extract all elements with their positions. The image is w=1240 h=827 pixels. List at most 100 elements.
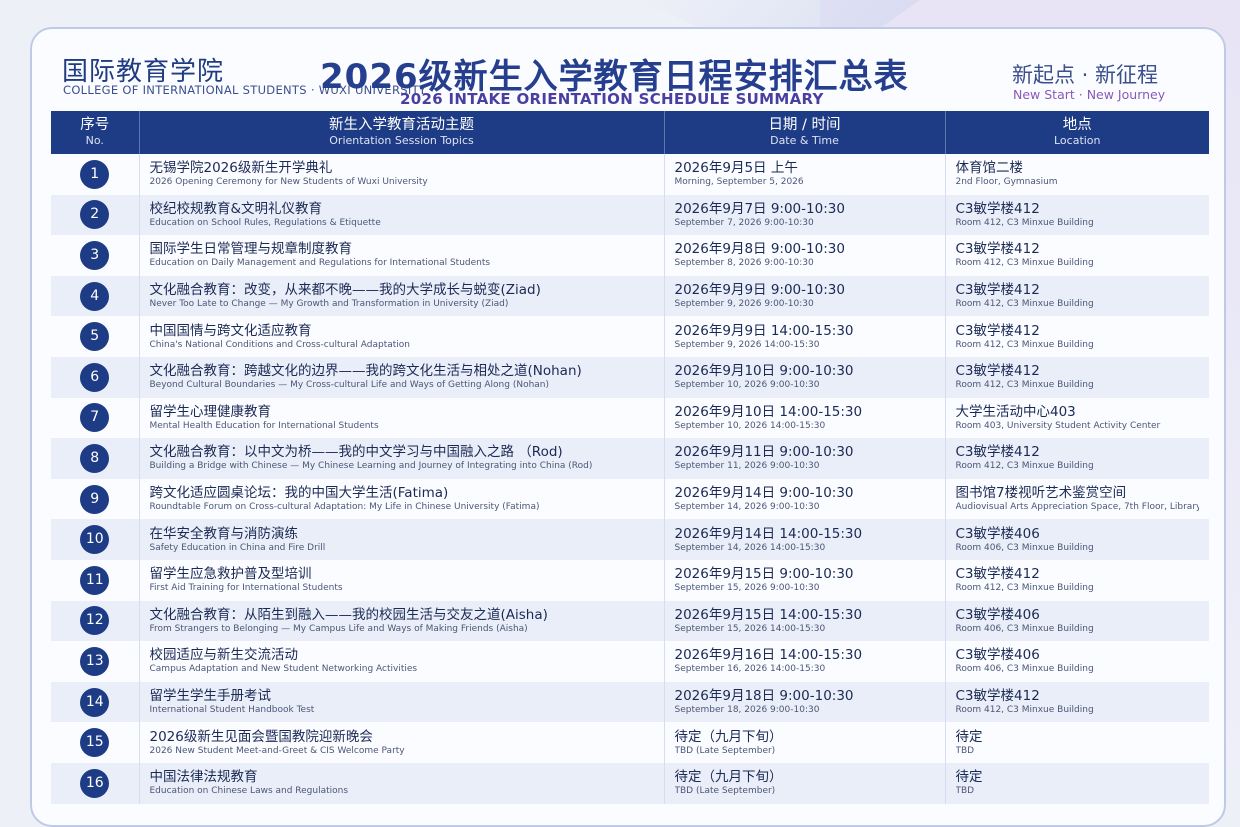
topic-cn: 校纪校规教育&文明礼仪教育 — [149, 200, 323, 217]
topic-cell: 校纪校规教育&文明礼仪教育 Education on School Rules, … — [139, 194, 665, 236]
table-row: 7 留学生心理健康教育 Mental Health Education for In… — [51, 397, 1209, 439]
date-cell: 2026年9月14日 14:00-15:30 September 14, 2026… — [664, 519, 946, 560]
date-en: September 14, 2026 9:00-10:30 — [674, 502, 820, 513]
date-cell: 2026年9月8日 9:00-10:30 September 8, 2026 9:… — [664, 235, 946, 276]
date-cn: 2026年9月7日 9:00-10:30 — [674, 200, 845, 217]
row-number-badge: 15 — [80, 728, 110, 758]
row-number-badge: 13 — [80, 646, 110, 676]
topic-en: International Student Handbook Test — [149, 705, 315, 716]
topic-en: Mental Health Education for Internationa… — [149, 420, 379, 431]
date-cell: 2026年9月15日 14:00-15:30 September 15, 2026… — [664, 600, 946, 642]
location-en: Room 412, C3 Minxue Building — [955, 299, 1094, 310]
topic-cell: 国际学生日常管理与规章制度教育 Education on Daily Manage… — [139, 235, 665, 276]
location-en: Room 412, C3 Minxue Building — [955, 705, 1094, 716]
location-cell: C3敏学楼406 Room 406, C3 Minxue Building — [945, 600, 1209, 642]
location-en: Room 403, University Student Activity Ce… — [955, 420, 1161, 431]
column-header-topic: 新生入学教育活动主题 Orientation Session Topics — [139, 111, 665, 154]
topic-cn: 中国法律法规教育 — [149, 769, 258, 786]
location-cn: C3敏学楼406 — [955, 647, 1040, 664]
page-title-en: 2026 INTAKE ORIENTATION SCHEDULE SUMMARY — [400, 90, 824, 108]
date-cell: 2026年9月11日 9:00-10:30 September 11, 2026 … — [664, 438, 946, 479]
topic-cell: 跨文化适应圆桌论坛：我的中国大学生活(Fatima) Roundtable For… — [139, 478, 665, 520]
location-cell: C3敏学楼406 Room 406, C3 Minxue Building — [945, 519, 1209, 560]
slogan-cn: 新起点 · 新征程 — [1012, 63, 1159, 87]
location-cn: C3敏学楼412 — [955, 566, 1040, 583]
topic-en: Education on Daily Management and Regula… — [149, 258, 491, 269]
location-cell: 待定 TBD — [945, 762, 1209, 804]
location-cell: C3敏学楼412 Room 412, C3 Minxue Building — [945, 235, 1209, 276]
topic-cell: 校园适应与新生交流活动 Campus Adaptation and New Stu… — [139, 641, 665, 682]
topic-en: Never Too Late to Change — My Growth and… — [149, 299, 509, 310]
date-en: September 11, 2026 9:00-10:30 — [674, 461, 820, 472]
topic-cn: 留学生学生手册考试 — [149, 688, 272, 705]
location-cell: C3敏学楼412 Room 412, C3 Minxue Building — [945, 438, 1209, 479]
date-cn: 2026年9月5日 上午 — [674, 160, 798, 177]
date-cell: 2026年9月7日 9:00-10:30 September 7, 2026 9:… — [664, 194, 946, 236]
topic-cn: 文化融合教育：从陌生到融入——我的校园生活与交友之道(Aisha) — [149, 606, 548, 623]
date-cell: 2026年9月10日 14:00-15:30 September 10, 2026… — [664, 397, 946, 439]
row-number-cell: 6 — [51, 356, 140, 398]
table-row: 1 无锡学院2026级新生开学典礼 2026 Opening Ceremony fo… — [51, 154, 1209, 195]
topic-cell: 文化融合教育：跨越文化的边界——我的跨文化生活与相处之道(Nohan) Beyon… — [139, 356, 665, 398]
location-en: Room 412, C3 Minxue Building — [955, 217, 1094, 228]
row-number-cell: 9 — [51, 478, 140, 520]
date-en: September 9, 2026 14:00-15:30 — [674, 339, 820, 350]
location-en: Room 406, C3 Minxue Building — [955, 623, 1094, 634]
table-row: 3 国际学生日常管理与规章制度教育 Education on Daily Manag… — [51, 235, 1209, 276]
row-number-cell: 8 — [51, 438, 140, 479]
row-number-badge: 4 — [80, 281, 110, 311]
location-cn: 待定 — [955, 769, 983, 786]
date-cell: 待定（九月下旬） TBD (Late September) — [664, 722, 946, 763]
topic-en: First Aid Training for International Stu… — [149, 583, 343, 594]
topic-cn: 2026级新生见面会暨国教院迎新晚会 — [149, 728, 373, 745]
location-cn: 待定 — [955, 728, 983, 745]
row-number-badge: 14 — [80, 687, 110, 717]
date-en: Morning, September 5, 2026 — [674, 177, 804, 188]
topic-cell: 文化融合教育：从陌生到融入——我的校园生活与交友之道(Aisha) From St… — [139, 600, 665, 642]
row-number-badge: 8 — [80, 443, 110, 473]
table-row: 9 跨文化适应圆桌论坛：我的中国大学生活(Fatima) Roundtable Fo… — [51, 478, 1209, 520]
table-row: 11 留学生应急救护普及型培训 First Aid Training for Int… — [51, 559, 1209, 601]
topic-cell: 文化融合教育：以中文为桥——我的中文学习与中国融入之路 （Rod) Buildin… — [139, 438, 665, 479]
row-number-badge: 6 — [80, 362, 110, 392]
topic-cell: 留学生学生手册考试 International Student Handbook … — [139, 681, 665, 723]
table-row: 2 校纪校规教育&文明礼仪教育 Education on School Rules,… — [51, 194, 1209, 236]
location-cn: 体育馆二楼 — [955, 160, 1024, 177]
location-cn: C3敏学楼406 — [955, 606, 1040, 623]
date-cn: 2026年9月15日 9:00-10:30 — [674, 566, 854, 583]
date-en: September 16, 2026 14:00-15:30 — [674, 664, 826, 675]
date-cn: 2026年9月14日 9:00-10:30 — [674, 485, 854, 502]
row-number-badge: 11 — [80, 565, 110, 595]
location-en: TBD — [955, 745, 975, 756]
row-number-cell: 16 — [51, 762, 140, 804]
row-number-cell: 2 — [51, 194, 140, 236]
row-number-cell: 5 — [51, 316, 140, 357]
topic-en: Education on School Rules, Regulations &… — [149, 217, 381, 228]
date-cn: 2026年9月14日 14:00-15:30 — [674, 525, 863, 542]
topic-en: From Strangers to Belonging — My Campus … — [149, 623, 528, 634]
date-en: September 10, 2026 9:00-10:30 — [674, 380, 820, 391]
date-cell: 2026年9月10日 9:00-10:30 September 10, 2026 … — [664, 356, 946, 398]
date-en: September 10, 2026 14:00-15:30 — [674, 420, 826, 431]
date-en: September 18, 2026 9:00-10:30 — [674, 705, 820, 716]
table-row: 4 文化融合教育：改变，从来都不晚——我的大学成长与蜕变(Ziad) Never T… — [51, 275, 1209, 317]
date-cn: 2026年9月9日 9:00-10:30 — [674, 282, 845, 299]
row-number-cell: 14 — [51, 681, 140, 723]
date-en: September 15, 2026 9:00-10:30 — [674, 583, 820, 594]
date-en: September 15, 2026 14:00-15:30 — [674, 623, 826, 634]
location-en: Room 406, C3 Minxue Building — [955, 664, 1094, 675]
topic-cell: 中国法律法规教育 Education on Chinese Laws and Re… — [139, 762, 665, 804]
table-row: 6 文化融合教育：跨越文化的边界——我的跨文化生活与相处之道(Nohan) Beyo… — [51, 356, 1209, 398]
row-number-cell: 15 — [51, 722, 140, 763]
topic-cn: 文化融合教育：跨越文化的边界——我的跨文化生活与相处之道(Nohan) — [149, 363, 582, 380]
location-cn: 大学生活动中心403 — [955, 403, 1076, 420]
row-number-cell: 1 — [51, 154, 140, 195]
row-number-badge: 7 — [80, 403, 110, 433]
date-cn: 2026年9月11日 9:00-10:30 — [674, 444, 854, 461]
table-row: 10 在华安全教育与消防演练 Safety Education in China a… — [51, 519, 1209, 560]
date-en: TBD (Late September) — [674, 786, 776, 797]
location-cell: C3敏学楼412 Room 412, C3 Minxue Building — [945, 559, 1209, 601]
table-row: 13 校园适应与新生交流活动 Campus Adaptation and New S… — [51, 641, 1209, 682]
topic-cn: 在华安全教育与消防演练 — [149, 525, 299, 542]
topic-cn: 留学生心理健康教育 — [149, 403, 272, 420]
